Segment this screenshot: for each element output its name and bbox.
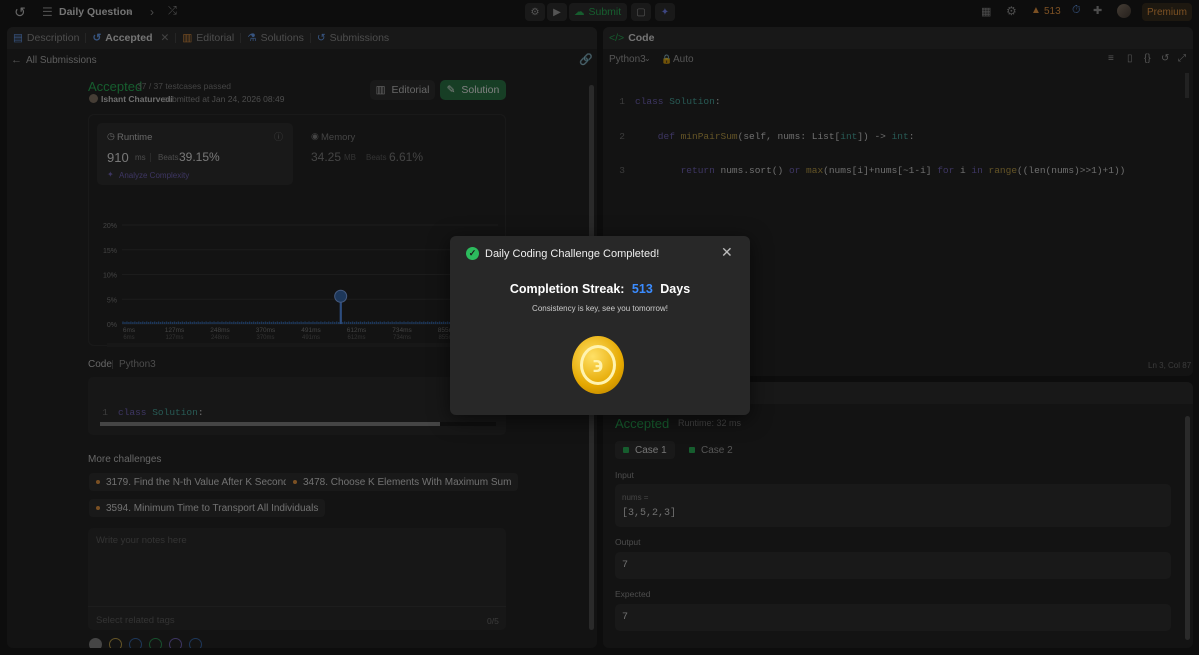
modal-title: Daily Coding Challenge Completed! [485, 248, 660, 260]
streak-line: Completion Streak: 513 Days [450, 282, 750, 296]
daily-challenge-modal: ✓ Daily Coding Challenge Completed! ✕ Co… [450, 236, 750, 415]
streak-value: 513 [631, 282, 653, 296]
close-icon[interactable]: ✕ [721, 244, 733, 261]
success-check-icon: ✓ [466, 247, 479, 260]
gold-coin-icon: ϶ [572, 336, 624, 394]
modal-subtitle: Consistency is key, see you tomorrow! [532, 304, 668, 313]
streak-label: Completion Streak: [509, 282, 625, 296]
streak-unit: Days [660, 282, 691, 296]
